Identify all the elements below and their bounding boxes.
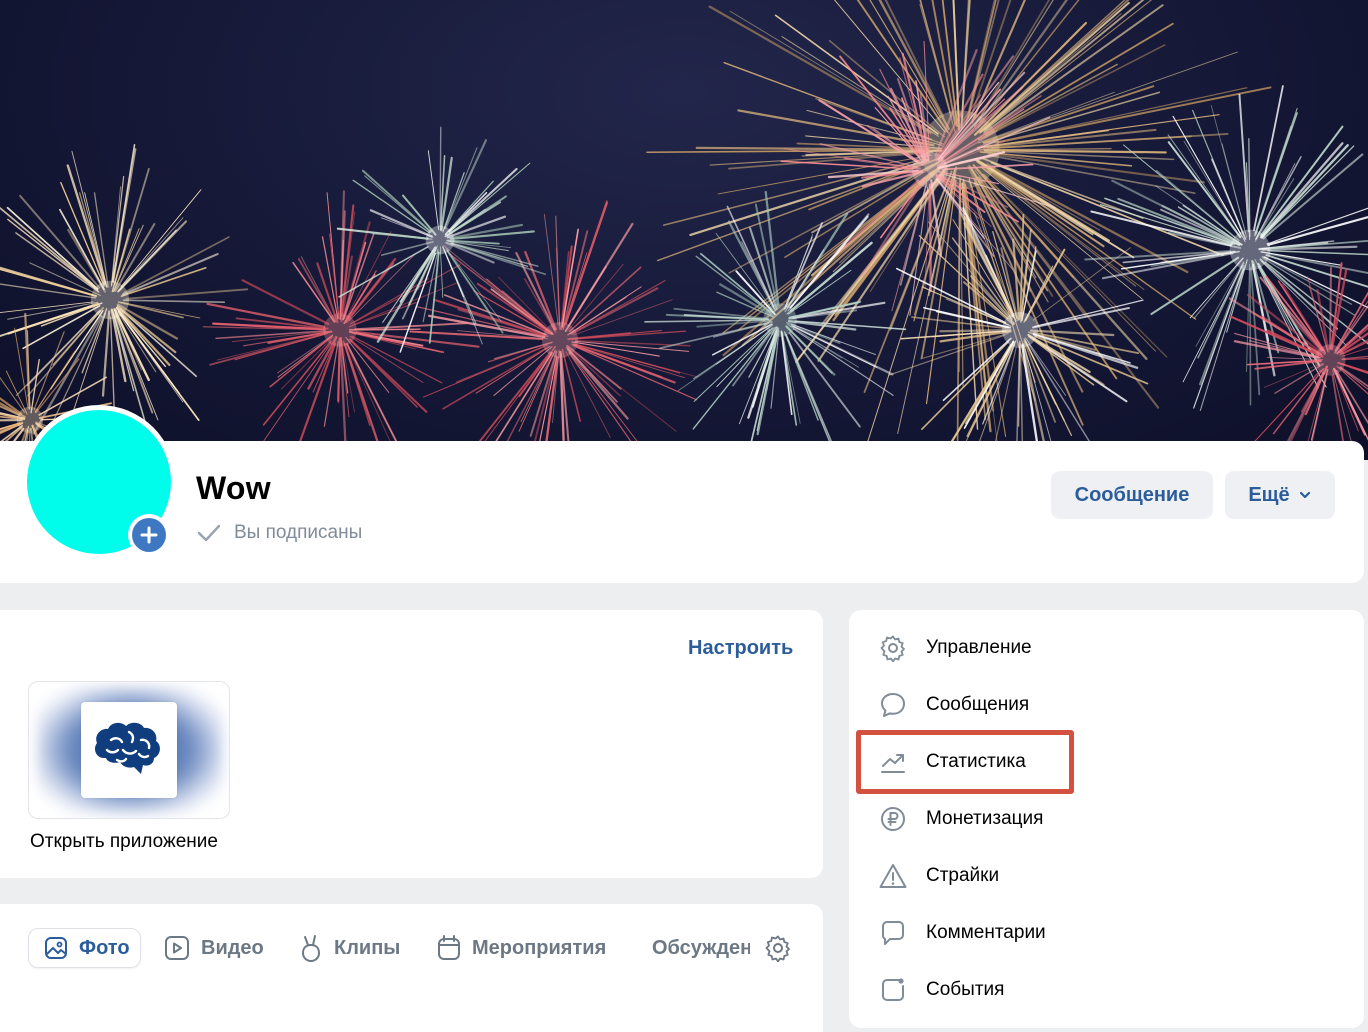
subscription-status-label: Вы подписаны [234,522,363,543]
more-button-label: Ещё [1248,483,1290,506]
message-button[interactable]: Сообщение [1051,471,1213,519]
cover-image [0,0,1368,460]
subscription-status[interactable]: Вы подписаны [196,522,362,544]
menu-item-label: Комментарии [926,922,1046,943]
add-avatar-button[interactable] [128,514,170,556]
menu-item-monetization[interactable]: Монетизация [878,799,1043,839]
menu-item-strikes[interactable]: Страйки [878,856,999,896]
firework-burst [0,143,249,444]
events-icon [882,978,904,1001]
photo-icon [45,937,67,959]
menu-item-events[interactable]: События [878,970,1004,1010]
statistics-highlight [856,730,1074,794]
menu-item-management[interactable]: Управление [878,628,1032,668]
clips-icon [301,935,321,963]
configure-link[interactable]: Настроить [688,637,793,660]
menu-item-messages[interactable]: Сообщения [878,685,1029,725]
brain-icon [95,722,160,774]
fireworks-illustration [0,0,1368,460]
tab-photo[interactable]: Фото [28,928,141,968]
tab-events[interactable]: Мероприятия [436,928,606,968]
tab-events-label: Мероприятия [472,936,607,959]
menu-item-label: Управление [926,637,1032,658]
menu-item-label: Страйки [926,865,1000,886]
open-app-label[interactable]: Открыть приложение [30,831,218,853]
menu-item-label: Монетизация [926,808,1044,829]
plus-icon [140,526,158,544]
checkmark-icon [197,524,221,542]
gear-icon [765,935,790,963]
menu-item-label: События [926,979,1005,1000]
tab-discussions-label: Обсуждения [652,936,750,959]
firework-burst [888,206,1149,460]
brain-app-icon [81,702,177,798]
tab-clips[interactable]: Клипы [298,928,400,968]
tab-video[interactable]: Видео [163,928,264,968]
message-bubble-icon [881,693,905,717]
content-tabs-card [0,904,823,1032]
warning-icon [879,864,907,888]
calendar-icon [438,935,460,960]
group-name: Wow [196,470,271,506]
tab-discussions[interactable]: Обсуждения [642,928,750,968]
video-icon [165,936,189,960]
gear-icon [880,635,905,662]
tab-photo-label: Фото [79,936,130,959]
comment-icon [881,921,904,945]
chevron-down-icon [1299,491,1310,499]
tab-clips-label: Клипы [334,936,401,959]
menu-item-label: Сообщения [926,694,1030,715]
tabs-settings-button[interactable] [764,934,792,967]
tab-video-label: Видео [201,936,264,959]
ruble-icon [881,807,905,831]
more-button[interactable]: Ещё [1225,471,1335,519]
app-tile[interactable] [28,681,230,819]
menu-item-comments[interactable]: Комментарии [878,913,1046,953]
message-button-label: Сообщение [1074,483,1190,506]
